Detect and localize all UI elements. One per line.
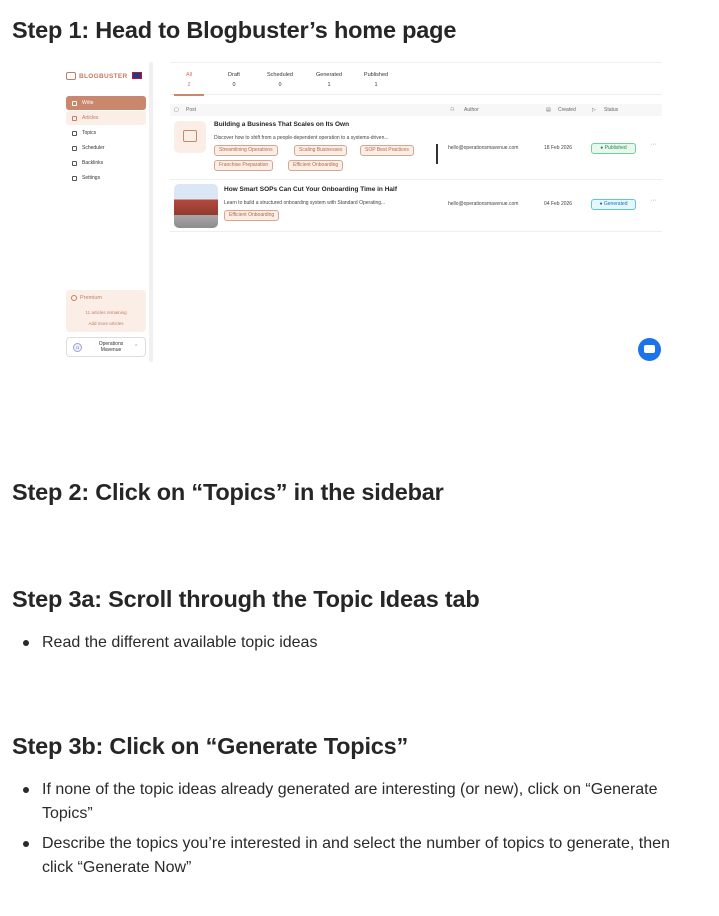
- premium-title: Premium: [71, 295, 102, 301]
- avatar: O: [73, 342, 82, 352]
- tab-label: All: [185, 72, 193, 78]
- articles-remaining: 11 articles remaining: [85, 310, 127, 315]
- text-cursor: [436, 144, 438, 164]
- sidebar-item-backlinks[interactable]: Backlinks: [66, 156, 146, 170]
- tab-count: 1: [327, 82, 331, 88]
- tab-all[interactable]: All 2: [166, 72, 212, 88]
- sidebar-item-label: Backlinks: [82, 160, 104, 166]
- add-more-articles-link[interactable]: Add more articles: [66, 321, 146, 326]
- tag-chip: Efficient Onboarding: [288, 160, 344, 171]
- status-column-icon: ▷: [592, 107, 596, 113]
- active-tab-indicator: [174, 94, 204, 96]
- step3a-bullets: Read the different available topic ideas: [12, 631, 702, 661]
- sidebar: BLOGBUSTER Write Articles Topics Schedul…: [62, 62, 153, 362]
- tab-draft[interactable]: Draft 0: [211, 72, 257, 88]
- brand-name: BLOGBUSTER: [79, 72, 128, 80]
- account-switcher[interactable]: O Operations Mavenue ⌃: [66, 337, 146, 357]
- sidebar-item-label: Articles: [82, 115, 99, 121]
- premium-card: Premium 11 articles remaining Add more a…: [66, 290, 146, 332]
- tab-count: 1: [374, 82, 378, 88]
- step3a-heading: Step 3a: Scroll through the Topic Ideas …: [12, 586, 480, 612]
- column-created: Created: [558, 107, 576, 113]
- chevron-updown-icon: ⌃: [134, 344, 139, 350]
- calendar-icon: [72, 145, 77, 151]
- status-label: Published: [604, 145, 627, 151]
- tab-scheduled[interactable]: Scheduled 0: [257, 72, 303, 88]
- tab-generated[interactable]: Generated 1: [306, 72, 352, 88]
- table-row[interactable]: Building a Business That Scales on Its O…: [170, 116, 662, 180]
- author-email: hello@operationsmavenue.com: [448, 201, 519, 207]
- tab-label: Published: [363, 72, 389, 78]
- list-item: Read the different available topic ideas: [12, 631, 702, 655]
- status-label: Generated: [603, 201, 628, 207]
- table-row[interactable]: How Smart SOPs Can Cut Your Onboarding T…: [170, 180, 662, 232]
- account-name: Operations Mavenue: [98, 341, 124, 353]
- step1-heading: Step 1: Head to Blogbuster’s home page: [12, 17, 457, 43]
- more-options-icon[interactable]: ···: [650, 141, 657, 148]
- chat-bubble-icon: [644, 345, 655, 353]
- post-column-icon: ▢: [174, 107, 179, 113]
- post-title[interactable]: How Smart SOPs Can Cut Your Onboarding T…: [224, 186, 397, 193]
- uk-flag-icon[interactable]: [132, 72, 142, 79]
- sidebar-item-topics[interactable]: Topics: [66, 126, 146, 140]
- step3b-heading: Step 3b: Click on “Generate Topics”: [12, 733, 409, 759]
- post-thumbnail: [174, 184, 218, 228]
- tag-chip: Franchise Preparation: [214, 160, 274, 171]
- tab-count: 0: [278, 82, 282, 88]
- sidebar-item-label: Settings: [82, 175, 101, 181]
- created-date: 18 Feb 2026: [544, 145, 573, 151]
- tab-label: Draft: [228, 72, 240, 78]
- image-placeholder-icon: [174, 121, 206, 153]
- created-date: 04 Feb 2026: [544, 201, 573, 207]
- document-icon: [72, 115, 77, 121]
- sidebar-item-write[interactable]: Write: [66, 96, 146, 110]
- step2-heading: Step 2: Click on “Topics” in the sidebar: [12, 479, 444, 505]
- tag-chip: Efficient Onboarding: [224, 210, 280, 221]
- sidebar-item-label: Scheduler: [82, 145, 105, 151]
- tab-count: 2: [187, 82, 191, 88]
- column-author: Author: [464, 107, 479, 113]
- column-status: Status: [604, 107, 619, 113]
- sidebar-item-settings[interactable]: Settings: [66, 171, 146, 185]
- tag-chip: Streamlining Operations: [214, 145, 278, 156]
- sidebar-nav: Write Articles Topics Scheduler Backlink…: [66, 96, 146, 186]
- lightbulb-icon: [72, 130, 77, 136]
- crown-icon: [71, 295, 77, 301]
- sidebar-item-label: Topics: [82, 130, 97, 136]
- list-item: Describe the topics you’re interested in…: [12, 832, 702, 880]
- home-page-screenshot: BLOGBUSTER Write Articles Topics Schedul…: [62, 62, 668, 362]
- table-header: ▢ Post ⚇ Author ▤ Created ▷ Status: [170, 104, 662, 116]
- sidebar-item-scheduler[interactable]: Scheduler: [66, 141, 146, 155]
- tab-label: Scheduled: [267, 72, 293, 78]
- tag-chip: Scaling Businesses: [294, 145, 348, 156]
- tab-published[interactable]: Published 1: [353, 72, 399, 88]
- status-tabs: All 2 Draft 0 Scheduled 0 Generated 1 Publis…: [170, 62, 662, 96]
- blogbuster-logo-icon: [66, 72, 76, 80]
- gear-icon: [72, 175, 77, 181]
- post-description: Learn to build a structured onboarding s…: [224, 200, 386, 206]
- status-badge: ● Generated: [591, 199, 636, 210]
- link-icon: [72, 160, 77, 166]
- post-description: Discover how to shift from a people-depe…: [214, 135, 389, 141]
- step3b-bullets: If none of the topic ideas already gener…: [12, 778, 702, 886]
- sidebar-item-articles[interactable]: Articles: [66, 111, 146, 125]
- premium-label: Premium: [80, 295, 103, 301]
- column-post: Post: [186, 107, 197, 113]
- tag-chip: SOP Best Practices: [360, 145, 414, 156]
- calendar-column-icon: ▤: [546, 107, 551, 113]
- main-panel: All 2 Draft 0 Scheduled 0 Generated 1 Publis…: [170, 62, 662, 362]
- sidebar-item-label: Write: [82, 100, 94, 106]
- pen-icon: [72, 100, 77, 106]
- post-title[interactable]: Building a Business That Scales on Its O…: [214, 121, 349, 128]
- status-badge: ● Published: [591, 143, 636, 154]
- chat-support-button[interactable]: [638, 338, 661, 361]
- more-options-icon[interactable]: ···: [650, 197, 657, 204]
- author-email: hello@operationsmavenue.com: [448, 145, 519, 151]
- tab-count: 0: [232, 82, 236, 88]
- list-item: If none of the topic ideas already gener…: [12, 778, 702, 826]
- author-column-icon: ⚇: [450, 107, 455, 113]
- brand: BLOGBUSTER: [66, 72, 128, 80]
- tab-label: Generated: [316, 72, 342, 78]
- picture-icon: [183, 130, 197, 142]
